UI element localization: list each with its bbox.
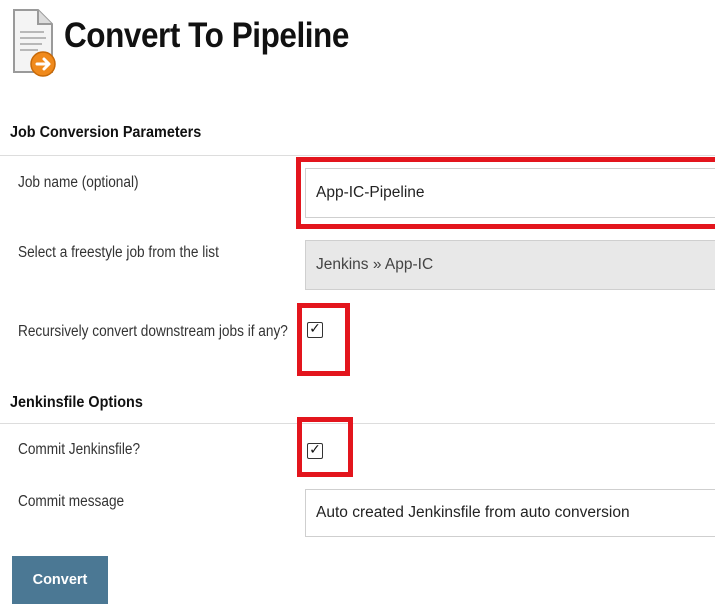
page-title: Convert To Pipeline xyxy=(64,16,349,55)
freestyle-job-label: Select a freestyle job from the list xyxy=(18,244,219,261)
section-title-job-conversion: Job Conversion Parameters xyxy=(10,124,202,141)
commit-message-label: Commit message xyxy=(18,493,125,510)
commit-checkbox-highlight xyxy=(297,417,353,477)
freestyle-job-select[interactable] xyxy=(305,240,715,290)
job-name-label: Job name (optional) xyxy=(18,174,139,191)
recursive-checkbox-highlight xyxy=(297,303,350,376)
document-arrow-icon xyxy=(13,9,56,77)
check-icon: ✓ xyxy=(309,321,321,337)
commit-jenkinsfile-label: Commit Jenkinsfile? xyxy=(18,441,141,458)
section-divider xyxy=(0,423,715,424)
recursive-convert-label: Recursively convert downstream jobs if a… xyxy=(18,323,288,340)
section-title-jenkinsfile: Jenkinsfile Options xyxy=(10,394,143,411)
convert-button[interactable]: Convert xyxy=(12,556,108,604)
commit-jenkinsfile-checkbox[interactable]: ✓ xyxy=(307,443,323,459)
section-divider xyxy=(0,155,715,156)
commit-message-input[interactable] xyxy=(305,489,715,537)
job-name-input[interactable] xyxy=(305,168,715,218)
check-icon: ✓ xyxy=(309,442,321,458)
recursive-convert-checkbox[interactable]: ✓ xyxy=(307,322,323,338)
